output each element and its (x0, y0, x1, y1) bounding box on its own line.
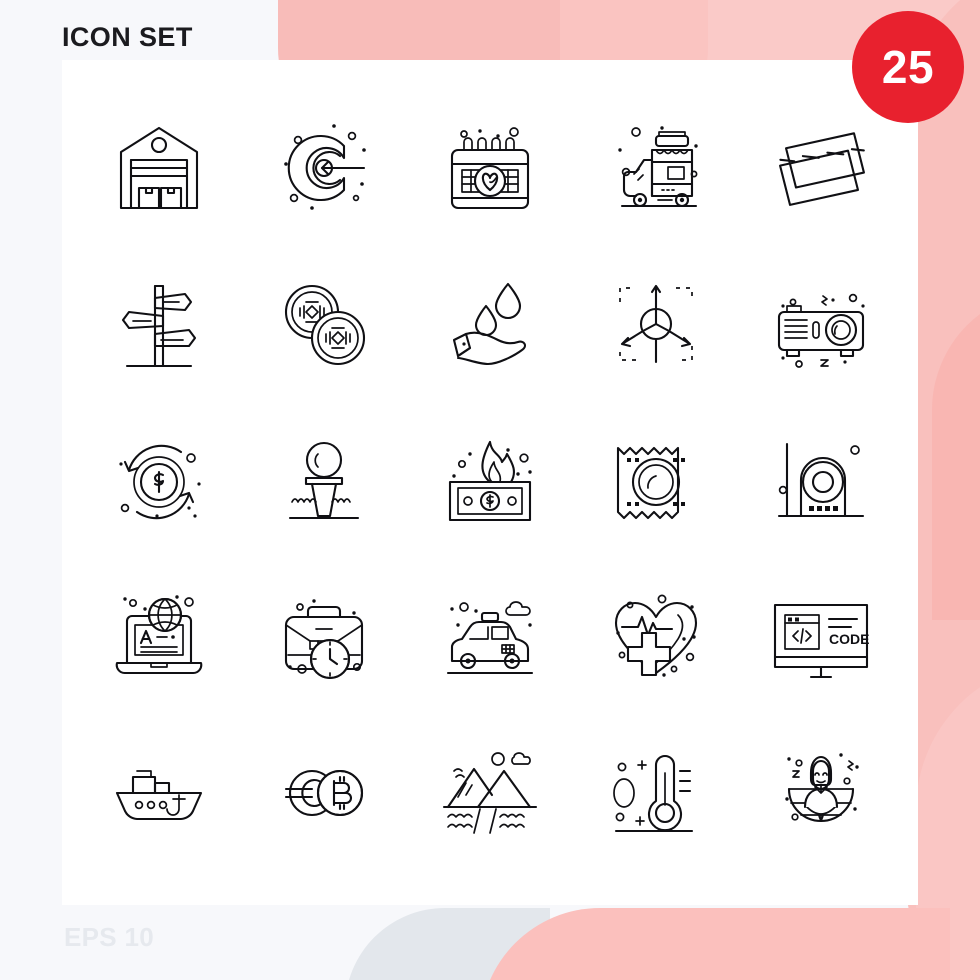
icon-cell-20[interactable]: CODE (738, 559, 904, 715)
thermometer-icon (612, 754, 693, 832)
icon-cell-14[interactable] (573, 402, 739, 558)
icon-cell-2[interactable] (242, 90, 408, 246)
laptop-language-icon (115, 594, 203, 674)
expand-node-icon (618, 285, 693, 364)
global-woman-icon (785, 753, 859, 822)
icon-cell-24[interactable] (573, 715, 739, 871)
briefcase-clock-icon (285, 598, 364, 679)
icon-cell-21[interactable] (76, 715, 242, 871)
golf-hole-icon (289, 442, 360, 520)
icon-cell-15[interactable] (738, 402, 904, 558)
icon-cell-6[interactable] (76, 246, 242, 402)
target-arrow-icon (284, 124, 367, 210)
icon-cell-22[interactable] (242, 715, 408, 871)
icon-cell-10[interactable] (738, 246, 904, 402)
icon-cell-7[interactable] (242, 246, 408, 402)
icon-cell-13[interactable] (407, 402, 573, 558)
signpost-icon (121, 285, 196, 368)
icon-cell-8[interactable] (407, 246, 573, 402)
projector-icon (778, 294, 865, 369)
icon-cell-11[interactable] (76, 402, 242, 558)
condom-icon (616, 447, 685, 520)
medical-heart-icon (614, 594, 697, 677)
money-cycle-icon (119, 445, 201, 520)
dashed-rectangle-icon (779, 132, 866, 207)
poster-canvas: ICON SET 25 CODE EPS 10 (0, 0, 980, 980)
icon-cell-16[interactable] (76, 559, 242, 715)
icon-cell-9[interactable] (573, 246, 739, 402)
icon-cell-4[interactable] (573, 90, 739, 246)
mountains-lake-icon (442, 752, 538, 834)
warehouse-icon (119, 127, 198, 210)
icon-cell-3[interactable] (407, 90, 573, 246)
icon-cell-23[interactable] (407, 715, 573, 871)
boat-icon (115, 770, 202, 820)
format-label: EPS 10 (64, 922, 154, 952)
code-monitor-icon: CODE (774, 603, 870, 678)
icon-cell-19[interactable] (573, 559, 739, 715)
coins-icon (285, 285, 366, 366)
burning-money-icon (448, 441, 532, 522)
page-title: ICON SET (62, 22, 193, 52)
food-truck-icon (617, 126, 698, 208)
decorative-blob-bottom-pink (480, 908, 950, 980)
icon-cell-12[interactable] (242, 402, 408, 558)
code-label: CODE (829, 631, 869, 647)
icon-cell-17[interactable] (242, 559, 408, 715)
icon-cell-25[interactable] (738, 715, 904, 871)
icon-count-badge: 25 (852, 11, 964, 123)
icon-grid: CODE (62, 60, 918, 905)
water-drop-hand-icon (452, 283, 526, 366)
icon-grid-card: CODE (62, 60, 918, 905)
decorative-blob-right-lower (916, 660, 980, 980)
decorative-blob-bottom-grey (345, 908, 550, 980)
euro-bitcoin-icon (285, 769, 364, 816)
taxi-icon (446, 600, 534, 674)
tape-roll-icon (778, 443, 865, 518)
decorative-blob-right-upper (932, 290, 980, 620)
calendar-love-icon (450, 127, 530, 210)
icon-cell-1[interactable] (76, 90, 242, 246)
icon-cell-18[interactable] (407, 559, 573, 715)
